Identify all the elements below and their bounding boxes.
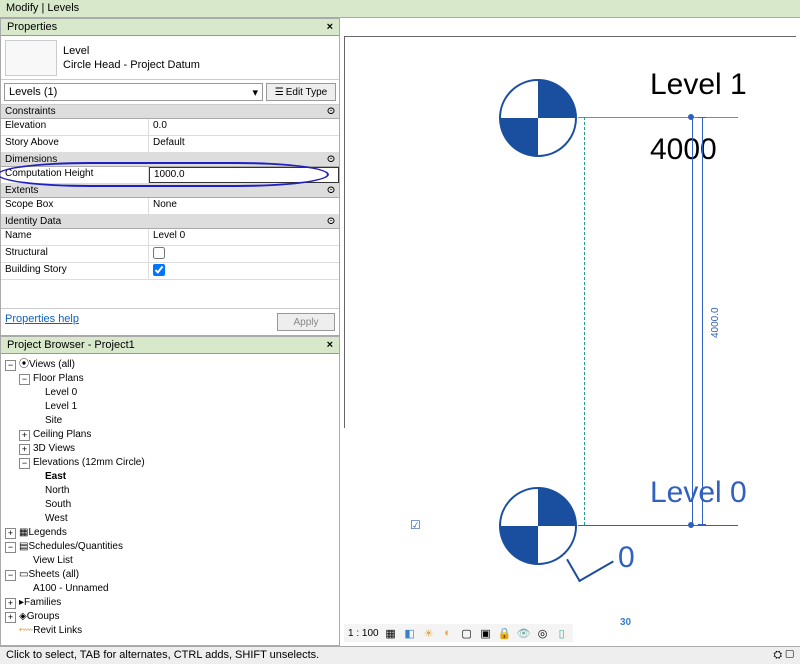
type-selector[interactable]: Level Circle Head - Project Datum [1,36,339,80]
type-family-name: Level [63,44,200,58]
level-head-marker-0[interactable] [498,486,578,566]
scope-box-value[interactable] [149,198,339,214]
dim-tick [698,524,706,525]
tree-collapse-icon[interactable]: − [5,360,16,371]
scale-selector[interactable]: 1 : 100 [348,628,379,639]
story-above-value[interactable] [149,136,339,152]
tree-collapse-icon[interactable]: − [5,542,16,553]
detail-level-icon[interactable]: ▦ [384,626,398,640]
sun-path-icon[interactable]: ☀ [422,626,436,640]
tree-expand-icon[interactable]: + [5,598,16,609]
status-bar: Click to select, TAB for alternates, CTR… [0,646,800,664]
dimension-value[interactable]: 4000.0 [710,307,721,338]
elevation-value[interactable] [149,119,339,135]
lock-view-icon[interactable]: 🔒 [498,626,512,640]
elevation-label: Elevation [1,119,149,135]
tree-expand-icon[interactable]: + [19,430,30,441]
collapse-icon: ⵙ [327,106,335,117]
level1-name[interactable]: Level 1 [650,68,747,102]
analytical-model-icon[interactable]: ▯ [555,626,569,640]
revit-links-icon: ⬳ [19,624,33,638]
level-line-0[interactable] [578,525,738,526]
tree-item-east[interactable]: East [45,470,66,484]
browser-title: Project Browser - Project1 [7,339,135,351]
collapse-icon: ⵙ [327,185,335,196]
collapse-icon: ⵙ [327,154,335,165]
sheets-icon: ▭ [19,568,28,582]
edit-type-button[interactable]: ☰ Edit Type [266,83,336,101]
browser-panel-header: Project Browser - Project1 × [1,337,339,354]
level0-elevation[interactable]: 0 [618,541,635,575]
drawing-canvas[interactable]: Level 1 4000 Level 0 0 4000.0 ☑ 30 1 : 1… [340,18,800,646]
collapse-icon: ⵙ [327,216,335,227]
level-reference-dashed [584,117,585,525]
instance-filter-dropdown[interactable]: Levels (1) ▾ [4,83,263,101]
schedules-icon: ▤ [19,540,28,554]
view-control-bar[interactable]: 1 : 100 ▦ ◧ ☀ ◐ ▢ ▣ 🔒 👁 ◎ ▯ [344,624,573,642]
dim-tick [698,117,706,118]
constraints-group-header[interactable]: Constraints ⵙ [1,105,339,119]
type-type-name: Circle Head - Project Datum [63,58,200,72]
tree-collapse-icon[interactable]: − [19,374,30,385]
browser-close-icon[interactable]: × [327,339,333,351]
edit-type-icon: ☰ [275,87,284,98]
structural-checkbox[interactable] [149,246,339,262]
building-story-checkbox[interactable] [149,263,339,279]
identity-group-header[interactable]: Identity Data ⵙ [1,215,339,229]
groups-icon: ◈ [19,610,27,624]
visual-style-icon[interactable]: ◧ [403,626,417,640]
level-drag-handle[interactable] [688,114,694,120]
3d-extent-toggle[interactable]: ☑ [410,518,421,532]
temp-hide-icon[interactable]: 👁 [517,626,531,640]
page-number: 30 [620,617,631,628]
chevron-down-icon: ▾ [252,86,258,99]
properties-help-link[interactable]: Properties help [5,313,79,331]
extents-group-header[interactable]: Extents ⵙ [1,184,339,198]
level-head-marker-1[interactable] [498,78,578,158]
computation-height-value[interactable] [149,167,339,183]
level-extent-line[interactable] [692,117,693,525]
tree-expand-icon[interactable]: + [5,612,16,623]
crop-region-visible-icon[interactable]: ▣ [479,626,493,640]
status-right-icons[interactable]: ⛭ ▢ [773,649,794,662]
reveal-hidden-icon[interactable]: ◎ [536,626,550,640]
project-browser-tree[interactable]: −⦿ Views (all) −Floor Plans Level 0 Leve… [1,354,339,642]
tree-collapse-icon[interactable]: − [5,570,16,581]
tree-collapse-icon[interactable]: − [19,458,30,469]
building-story-label: Building Story [1,263,149,279]
crop-view-icon[interactable]: ▢ [460,626,474,640]
tree-expand-icon[interactable]: + [19,444,30,455]
structural-label: Structural [1,246,149,262]
story-above-label: Story Above [1,136,149,152]
computation-height-label: Computation Height [1,167,149,183]
level-drag-handle[interactable] [688,522,694,528]
tree-expand-icon[interactable]: + [5,528,16,539]
shadows-icon[interactable]: ◐ [441,626,455,640]
legends-icon: ▦ [19,526,28,540]
scope-box-label: Scope Box [1,198,149,214]
name-value[interactable] [149,229,339,245]
properties-panel-header: Properties × [1,19,339,36]
properties-close-icon[interactable]: × [327,21,333,33]
dimensions-group-header[interactable]: Dimensions ⵙ [1,153,339,167]
type-thumbnail [5,40,57,76]
level0-name[interactable]: Level 0 [650,476,747,510]
level1-elevation[interactable]: 4000 [650,133,717,167]
ribbon-tab-bar[interactable]: Modify | Levels [0,0,800,18]
level-line-1[interactable] [578,117,738,118]
apply-button[interactable]: Apply [277,313,335,331]
status-text: Click to select, TAB for alternates, CTR… [6,649,319,662]
properties-title: Properties [7,21,57,33]
dimension-line[interactable] [702,117,703,525]
tree-view-icon: ⦿ [19,358,29,372]
name-label: Name [1,229,149,245]
